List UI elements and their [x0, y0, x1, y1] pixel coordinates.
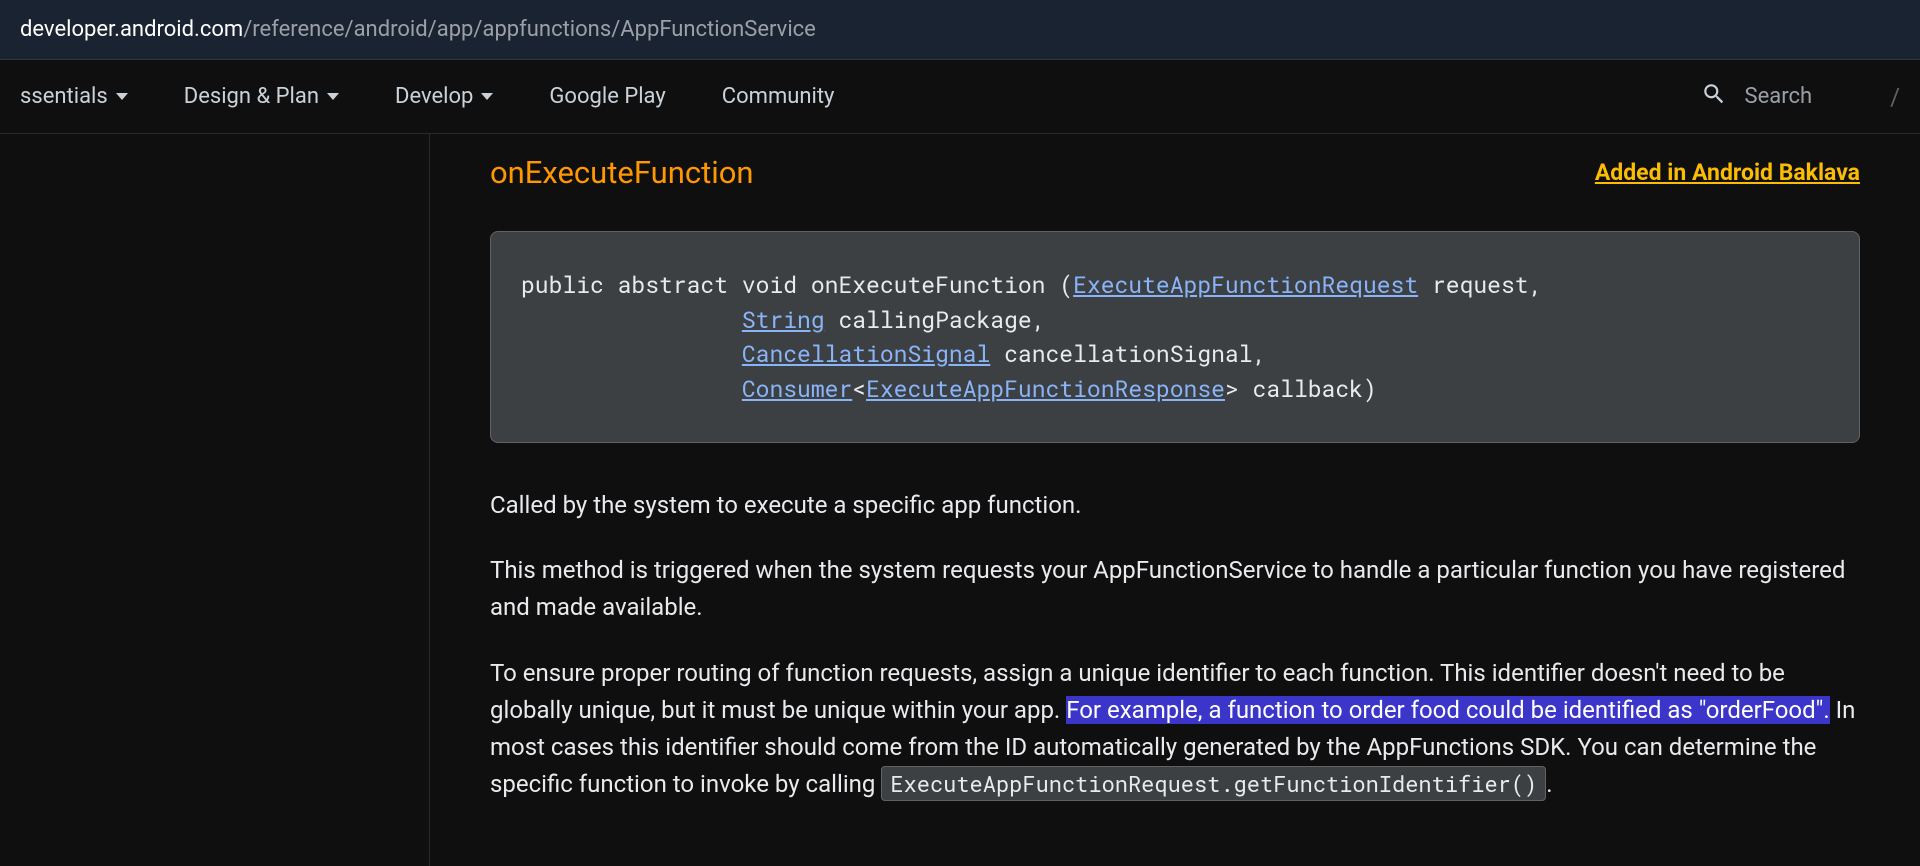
para-1: Called by the system to execute a specif…	[490, 487, 1860, 524]
para-3c: .	[1546, 770, 1552, 798]
nav-essentials-label: ssentials	[20, 84, 108, 109]
browser-url-bar[interactable]: developer.android.com/reference/android/…	[0, 0, 1920, 60]
method-title: onExecuteFunction	[490, 154, 754, 191]
type-link-consumer[interactable]: Consumer	[742, 374, 852, 404]
type-link-cancellation-signal[interactable]: CancellationSignal	[742, 339, 990, 369]
search-box[interactable]: Search /	[1701, 81, 1901, 113]
code-p1-name: request,	[1418, 270, 1556, 300]
left-sidebar	[0, 134, 430, 866]
url-text: developer.android.com/reference/android/…	[20, 17, 816, 42]
code-p4-tail: > callback)	[1225, 374, 1377, 404]
type-link-response[interactable]: ExecuteAppFunctionResponse	[866, 374, 1225, 404]
inline-code-get-identifier[interactable]: ExecuteAppFunctionRequest.getFunctionIde…	[881, 766, 1546, 801]
code-lt: <	[852, 374, 866, 404]
nav-essentials[interactable]: ssentials	[20, 84, 128, 109]
para-3-highlight: For example, a function to order food co…	[1066, 696, 1829, 724]
para-2: This method is triggered when the system…	[490, 552, 1860, 626]
search-placeholder: Search	[1745, 84, 1813, 109]
search-icon	[1701, 81, 1727, 113]
added-in-badge[interactable]: Added in Android Baklava	[1595, 159, 1860, 186]
type-link-string[interactable]: String	[742, 305, 825, 335]
code-prefix: public abstract void onExecuteFunction (	[521, 270, 1073, 300]
nav-design-plan[interactable]: Design & Plan	[184, 84, 339, 109]
code-p2-name: callingPackage,	[825, 305, 1060, 335]
nav-google-play[interactable]: Google Play	[549, 84, 665, 109]
nav-develop[interactable]: Develop	[395, 84, 493, 109]
code-p3-name: cancellationSignal,	[990, 339, 1280, 369]
nav-google-play-label: Google Play	[549, 84, 665, 109]
chevron-down-icon	[481, 93, 493, 100]
nav-design-plan-label: Design & Plan	[184, 84, 319, 109]
nav-community[interactable]: Community	[722, 84, 835, 109]
signature-code-block: public abstract void onExecuteFunction (…	[490, 231, 1860, 443]
nav-develop-label: Develop	[395, 84, 473, 109]
type-link-request[interactable]: ExecuteAppFunctionRequest	[1073, 270, 1418, 300]
main-content: onExecuteFunction Added in Android Bakla…	[430, 134, 1920, 866]
top-nav: ssentials Design & Plan Develop Google P…	[0, 60, 1920, 134]
nav-community-label: Community	[722, 84, 835, 109]
para-3: To ensure proper routing of function req…	[490, 655, 1860, 804]
search-divider: /	[1890, 83, 1900, 111]
chevron-down-icon	[327, 93, 339, 100]
chevron-down-icon	[116, 93, 128, 100]
